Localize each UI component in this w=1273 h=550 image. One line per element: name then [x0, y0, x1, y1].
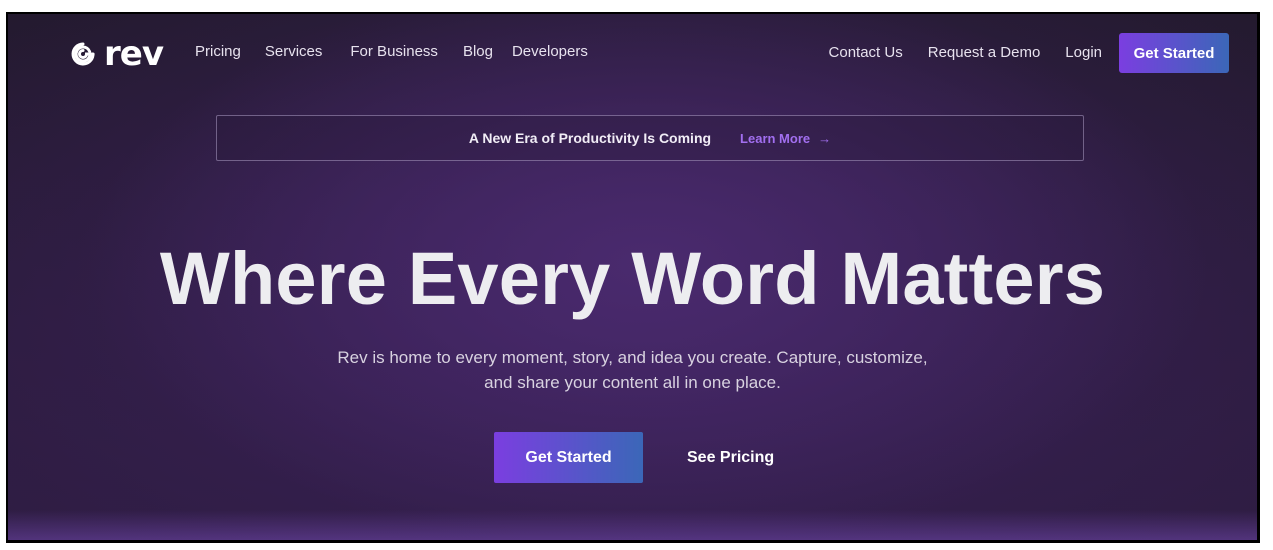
secondary-nav: Contact Us Request a Demo Login Get Star…: [829, 33, 1229, 73]
rev-swirl-icon: [71, 42, 95, 66]
hero-subtitle: Rev is home to every moment, story, and …: [8, 345, 1257, 395]
hero-subtitle-line-1: Rev is home to every moment, story, and …: [337, 348, 928, 367]
brand-logo[interactable]: rev: [70, 34, 164, 74]
learn-more-link[interactable]: Learn More →: [740, 131, 831, 146]
get-started-hero-button[interactable]: Get Started: [494, 432, 643, 483]
nav-login[interactable]: Login: [1065, 44, 1102, 62]
frame-border-bottom: [8, 540, 1260, 543]
announcement-text: A New Era of Productivity Is Coming: [468, 130, 712, 146]
nav-blog[interactable]: Blog: [463, 43, 493, 61]
top-nav: rev Pricing Services For Business Blog D…: [8, 14, 1257, 92]
landing-page: rev Pricing Services For Business Blog D…: [8, 14, 1257, 540]
learn-more-label: Learn More: [740, 130, 811, 146]
nav-pricing[interactable]: Pricing: [195, 43, 241, 61]
nav-for-business[interactable]: For Business: [350, 43, 438, 61]
hero-cta-row: Get Started See Pricing: [494, 432, 774, 483]
hero-title: Where Every Word Matters: [159, 237, 1106, 320]
hero-subtitle-line-2: and share your content all in one place.: [484, 373, 781, 392]
nav-developers[interactable]: Developers: [512, 43, 588, 61]
primary-nav: Pricing Services For Business Blog Devel…: [195, 43, 612, 61]
nav-services[interactable]: Services: [265, 43, 323, 61]
frame-border-right: [1257, 12, 1260, 542]
see-pricing-button[interactable]: See Pricing: [687, 449, 774, 467]
get-started-nav-button[interactable]: Get Started: [1119, 33, 1229, 73]
nav-contact-us[interactable]: Contact Us: [829, 44, 903, 62]
nav-request-demo[interactable]: Request a Demo: [928, 44, 1041, 62]
announcement-bar: A New Era of Productivity Is Coming Lear…: [216, 115, 1084, 161]
arrow-right-icon: →: [818, 130, 832, 146]
brand-name: rev: [104, 34, 164, 74]
